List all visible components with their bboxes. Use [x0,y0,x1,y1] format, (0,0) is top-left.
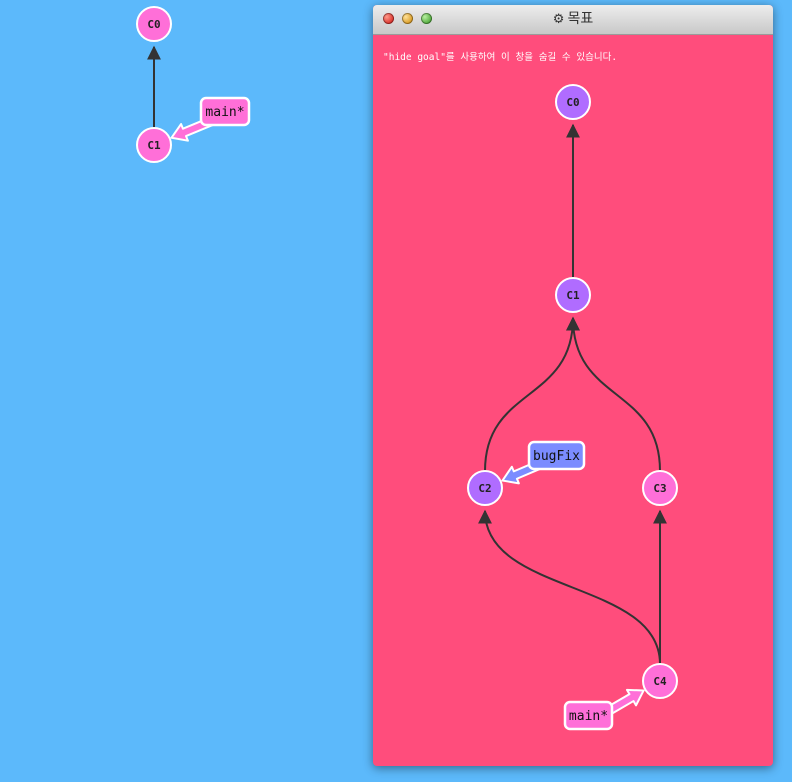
commit-label-C0: C0 [566,96,579,109]
commit-label-C2: C2 [478,482,491,495]
commit-label-C3: C3 [653,482,666,495]
goal-window[interactable]: ⚙ 목표 "hide goal"를 사용하여 이 창을 숨길 수 있습니다. bu… [373,5,773,766]
commit-label-C4: C4 [653,675,667,688]
commit-label-C1: C1 [147,139,161,152]
current-tree-canvas: main* C0 C1 [136,6,251,163]
edge-C4-C2 [478,509,661,665]
branch-label-bugFix[interactable]: bugFix [533,449,580,464]
branch-label-main[interactable]: main* [569,709,608,724]
commit-label-C0: C0 [147,18,160,31]
commit-label-C1: C1 [566,289,580,302]
goal-tree-canvas: bugFix main* C0 C1 C2 C3 C4 [467,84,678,731]
branch-label-main[interactable]: main* [205,105,244,120]
edge-C3-C1 [566,316,661,472]
